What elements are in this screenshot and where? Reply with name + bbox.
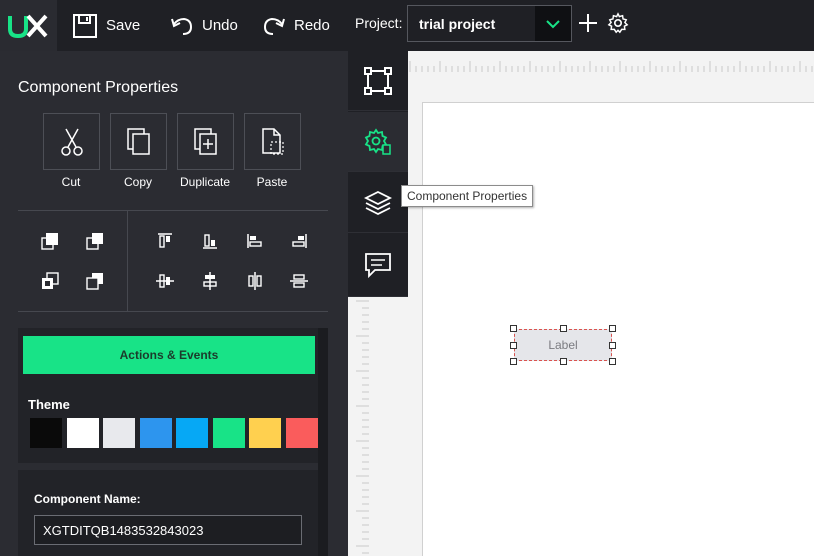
- theme-swatch[interactable]: [285, 418, 318, 448]
- undo-label: Undo: [202, 17, 238, 34]
- ux-logo-icon: [7, 14, 47, 38]
- theme-card: Actions & Events Theme: [18, 328, 318, 463]
- divider: [18, 210, 328, 211]
- duplicate-icon: [193, 127, 217, 155]
- theme-label: Theme: [28, 397, 70, 412]
- theme-swatch[interactable]: [103, 418, 135, 448]
- theme-swatch[interactable]: [30, 418, 62, 448]
- label-component[interactable]: Label: [514, 329, 612, 361]
- distribute-vertical-icon[interactable]: [288, 270, 310, 292]
- undo-button[interactable]: Undo: [170, 0, 238, 51]
- horizontal-ruler: [409, 61, 813, 72]
- bring-to-front-icon[interactable]: [39, 230, 61, 252]
- align-top-icon[interactable]: [154, 230, 176, 252]
- layers-icon: [363, 190, 393, 215]
- redo-label: Redo: [294, 17, 330, 34]
- save-button[interactable]: Save: [72, 0, 140, 51]
- paste-button[interactable]: [244, 113, 301, 170]
- tooltip: Component Properties: [401, 185, 533, 207]
- redo-icon: [263, 17, 285, 35]
- scissors-icon: [60, 128, 83, 156]
- cut-button[interactable]: [43, 113, 100, 170]
- send-to-back-icon[interactable]: [84, 270, 106, 292]
- tab-component-properties[interactable]: [348, 112, 408, 172]
- resize-handle[interactable]: [560, 325, 567, 332]
- settings-gear-icon: [364, 127, 391, 155]
- align-bottom-icon[interactable]: [199, 230, 221, 252]
- save-icon: [73, 13, 97, 38]
- divider: [18, 311, 328, 312]
- theme-swatch[interactable]: [139, 418, 172, 448]
- chevron-down-icon[interactable]: [535, 6, 571, 41]
- align-center-horizontal-icon[interactable]: [199, 270, 221, 292]
- project-select[interactable]: trial project: [407, 5, 572, 42]
- paste-label: Paste: [256, 175, 288, 189]
- project-select-value: trial project: [419, 16, 496, 32]
- paste-icon: [261, 127, 284, 155]
- align-right-icon[interactable]: [288, 230, 310, 252]
- distribute-horizontal-icon[interactable]: [244, 270, 266, 292]
- tab-layers[interactable]: [348, 173, 408, 233]
- duplicate-button[interactable]: [177, 113, 234, 170]
- align-left-icon[interactable]: [244, 230, 266, 252]
- component-name-input[interactable]: [34, 515, 302, 545]
- gear-icon[interactable]: [607, 12, 629, 34]
- panel-title: Component Properties: [18, 79, 179, 96]
- plus-icon[interactable]: [577, 12, 599, 34]
- resize-handle[interactable]: [510, 325, 517, 332]
- copy-button[interactable]: [110, 113, 167, 170]
- resize-handle[interactable]: [609, 358, 616, 365]
- save-label: Save: [106, 17, 141, 34]
- component-name-label: Component Name:: [34, 492, 141, 506]
- bring-forward-icon[interactable]: [84, 230, 106, 252]
- actions-events-button[interactable]: Actions & Events: [23, 336, 315, 374]
- align-center-vertical-icon[interactable]: [154, 270, 176, 292]
- copy-icon: [126, 127, 150, 155]
- divider: [127, 211, 128, 312]
- top-toolbar: Save Undo Redo Project: trial project: [0, 0, 814, 51]
- cut-label: Cut: [61, 175, 81, 189]
- theme-swatch[interactable]: [176, 418, 208, 448]
- selection-frame-icon: [364, 66, 392, 95]
- theme-swatch[interactable]: [212, 418, 245, 448]
- project-label: Project:: [355, 15, 403, 31]
- panel-scrollbar[interactable]: [318, 328, 328, 556]
- comment-icon: [365, 253, 391, 279]
- tab-selection[interactable]: [348, 51, 408, 111]
- theme-swatch[interactable]: [249, 418, 281, 448]
- resize-handle[interactable]: [510, 358, 517, 365]
- resize-handle[interactable]: [609, 325, 616, 332]
- tab-comments[interactable]: [348, 234, 408, 297]
- redo-button[interactable]: Redo: [262, 0, 330, 51]
- resize-handle[interactable]: [510, 342, 517, 349]
- theme-swatch[interactable]: [66, 418, 99, 448]
- resize-handle[interactable]: [560, 358, 567, 365]
- app-logo[interactable]: [0, 0, 57, 51]
- undo-icon: [171, 17, 193, 35]
- duplicate-label: Duplicate: [179, 175, 231, 189]
- send-backward-icon[interactable]: [39, 270, 61, 292]
- component-name-card: Component Name:: [18, 470, 318, 556]
- canvas-page[interactable]: [422, 102, 814, 556]
- side-tab-strip: [348, 51, 408, 297]
- component-properties-panel: Component Properties Cut Copy Duplicate …: [0, 51, 348, 556]
- vertical-ruler: [356, 300, 369, 554]
- resize-handle[interactable]: [609, 342, 616, 349]
- copy-label: Copy: [123, 175, 152, 189]
